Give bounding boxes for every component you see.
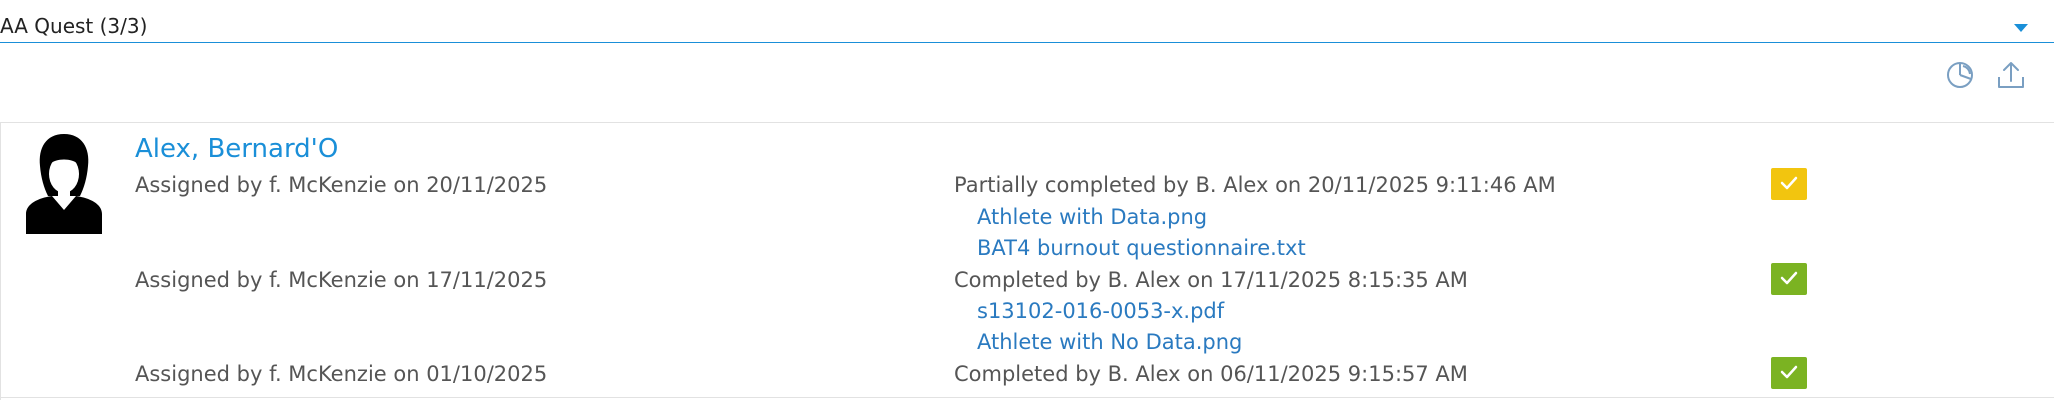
pie-chart-icon[interactable] — [1943, 57, 1979, 93]
assignment-2-assigned: Assigned by f. McKenzie on 17/11/2025 — [135, 268, 548, 292]
assignment-1-completion: Partially completed by B. Alex on 20/11/… — [954, 173, 1556, 197]
assignment-1-assigned: Assigned by f. McKenzie on 20/11/2025 — [135, 173, 548, 197]
checkmark-icon — [1780, 271, 1798, 285]
questionnaire-select-value: AA Quest (3/3) — [0, 14, 148, 38]
assignment-2-file-2-link[interactable]: Athlete with No Data.png — [977, 330, 1242, 354]
assignment-2-status-complete — [1771, 263, 1807, 295]
assignment-1-file-1-link[interactable]: Athlete with Data.png — [977, 205, 1207, 229]
caret-down-icon[interactable] — [2014, 24, 2028, 32]
questionnaire-select[interactable]: AA Quest (3/3) — [0, 0, 2054, 43]
person-silhouette-icon — [24, 130, 104, 234]
assignment-1-status-partial — [1771, 168, 1807, 200]
athlete-name-link[interactable]: Alex, Bernard'O — [135, 134, 338, 164]
assignment-2-completion: Completed by B. Alex on 17/11/2025 8:15:… — [954, 268, 1468, 292]
panel-divider — [0, 397, 2054, 398]
assignment-3-assigned: Assigned by f. McKenzie on 01/10/2025 — [135, 362, 548, 386]
assignment-3-completion: Completed by B. Alex on 06/11/2025 9:15:… — [954, 362, 1468, 386]
assignment-1-file-2-link[interactable]: BAT4 burnout questionnaire.txt — [977, 236, 1306, 260]
assignment-3-status-complete — [1771, 357, 1807, 389]
checkmark-icon — [1780, 176, 1798, 190]
upload-icon[interactable] — [1993, 57, 2029, 93]
assignment-2-file-1-link[interactable]: s13102-016-0053-x.pdf — [977, 299, 1224, 323]
checkmark-icon — [1780, 365, 1798, 379]
